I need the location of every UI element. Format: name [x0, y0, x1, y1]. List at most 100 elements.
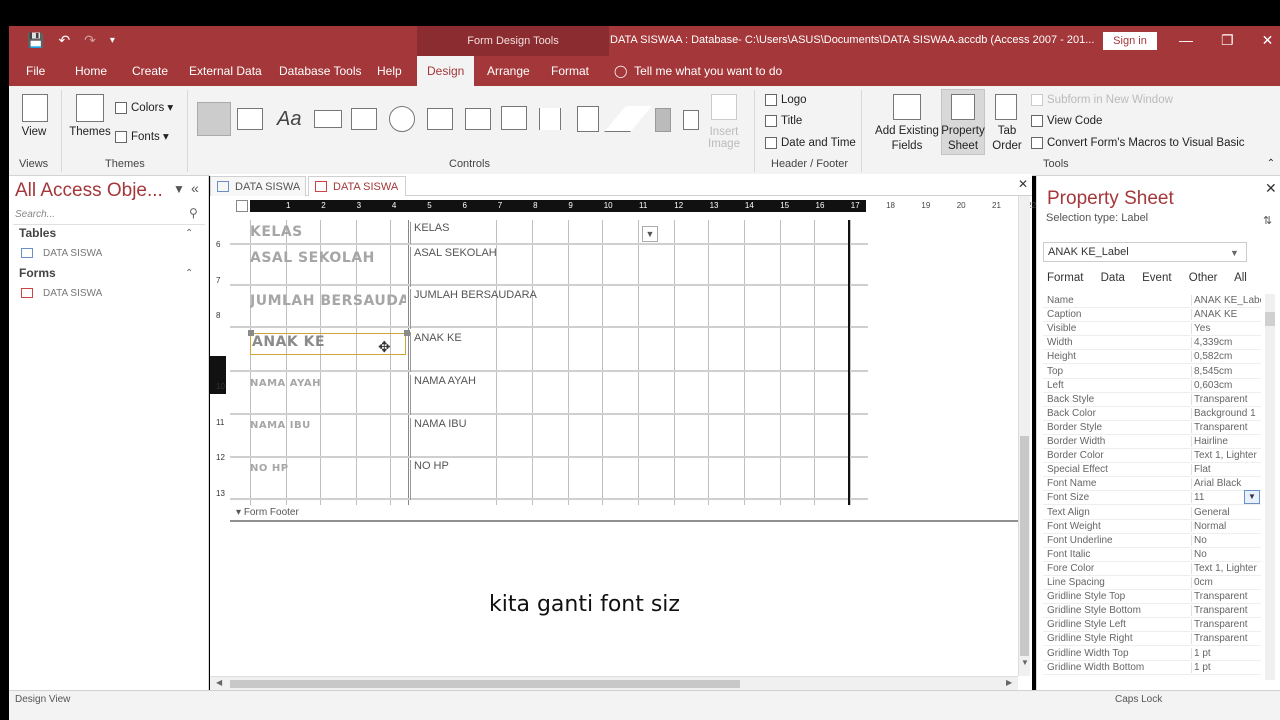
close-document-icon[interactable]: ✕ [1018, 177, 1028, 191]
view-button[interactable]: View [19, 126, 49, 138]
field-anak-ke[interactable]: ANAK KE [410, 332, 866, 372]
tab-external-data[interactable]: External Data [189, 56, 262, 86]
tab-order-icon[interactable] [995, 94, 1017, 120]
property-row[interactable]: Height 0,582cm [1043, 350, 1261, 365]
doc-tab-form[interactable]: DATA SISWA [308, 176, 406, 196]
scroll-thumb[interactable] [1265, 312, 1275, 326]
button-control-icon[interactable] [314, 110, 342, 128]
property-value[interactable]: Text 1, Lighter [1191, 562, 1261, 574]
themes-icon[interactable] [76, 94, 104, 122]
insert-image-button[interactable]: Insert Image [703, 126, 745, 150]
property-row[interactable]: Border Width Hairline [1043, 435, 1261, 449]
property-value[interactable]: 0,603cm [1191, 379, 1261, 391]
prop-tab-other[interactable]: Other [1189, 272, 1218, 284]
fonts-button[interactable]: Fonts ▾ [115, 129, 169, 143]
property-row[interactable]: Visible Yes [1043, 322, 1261, 337]
line-control-icon[interactable] [604, 106, 652, 132]
scroll-thumb[interactable] [230, 680, 740, 688]
toggle-control-icon[interactable] [655, 108, 671, 132]
property-row[interactable]: Gridline Style Left Transparent [1043, 618, 1261, 633]
convert-macros-button[interactable]: Convert Form's Macros to Visual Basic [1031, 137, 1245, 149]
property-row[interactable]: Gridline Style Top Transparent [1043, 590, 1261, 605]
shutter-bar-icon[interactable]: « [191, 180, 199, 196]
property-row[interactable]: Gridline Style Right Transparent [1043, 632, 1261, 647]
tab-help[interactable]: Help [377, 56, 402, 86]
property-scrollbar[interactable] [1265, 294, 1275, 680]
property-value[interactable]: 8,545cm [1191, 365, 1261, 377]
property-row[interactable]: Font Weight Normal [1043, 520, 1261, 534]
page-break-control-icon[interactable] [539, 108, 561, 130]
property-value[interactable]: Transparent [1191, 605, 1261, 617]
nav-item-table[interactable]: DATA SISWA [21, 248, 102, 259]
property-value[interactable]: 0cm [1191, 577, 1261, 588]
property-value[interactable]: 1 pt [1191, 647, 1261, 659]
search-icon[interactable]: ⚲ [189, 206, 198, 220]
prop-tab-all[interactable]: All [1234, 272, 1247, 284]
label-control-icon[interactable]: Aa [277, 108, 303, 130]
selection-handle[interactable] [248, 330, 254, 336]
view-icon[interactable] [22, 94, 48, 122]
property-row[interactable]: Fore Color Text 1, Lighter [1043, 562, 1261, 576]
field-nama-ibu[interactable]: NAMA IBU [410, 418, 866, 458]
select-pointer-icon[interactable] [197, 102, 231, 136]
scroll-thumb[interactable] [1020, 436, 1029, 656]
property-row[interactable]: Top 8,545cm [1043, 365, 1261, 379]
nav-group-tables[interactable]: Tables [19, 226, 56, 240]
nav-search-input[interactable]: Search... [15, 209, 55, 220]
insert-image-icon[interactable] [711, 94, 737, 120]
colors-button[interactable]: Colors ▾ [115, 100, 173, 114]
undo-icon[interactable]: ↶ [58, 32, 70, 49]
doc-tab-table[interactable]: DATA SISWA [210, 176, 306, 196]
property-value[interactable]: General [1191, 506, 1261, 518]
prop-tab-data[interactable]: Data [1101, 272, 1125, 284]
title-button[interactable]: Title [765, 115, 802, 127]
field-nama-ayah[interactable]: NAMA AYAH [410, 375, 866, 415]
customize-qat-icon[interactable]: ▾ [110, 35, 115, 46]
scroll-left-icon[interactable]: ◀ [216, 678, 222, 687]
property-value[interactable]: Transparent [1191, 633, 1261, 645]
label-nama-ayah[interactable]: NAMA AYAH [250, 378, 406, 389]
label-no-hp[interactable]: NO HP [250, 463, 406, 474]
property-value[interactable]: Hairline [1191, 436, 1261, 447]
field-kelas[interactable]: KELAS [410, 222, 866, 244]
tab-database-tools[interactable]: Database Tools [279, 56, 362, 86]
property-row[interactable]: Back Style Transparent [1043, 393, 1261, 407]
date-time-button[interactable]: Date and Time [765, 137, 856, 149]
vertical-scrollbar[interactable]: ▼ [1018, 196, 1030, 676]
save-icon[interactable]: 💾 [27, 32, 44, 49]
property-value[interactable]: No [1191, 534, 1261, 546]
textbox-control-icon[interactable] [237, 108, 263, 130]
tab-format[interactable]: Format [551, 56, 589, 86]
form-selector[interactable] [236, 200, 248, 212]
close-icon[interactable]: ✕ [1265, 180, 1277, 197]
property-value[interactable]: Transparent [1191, 591, 1261, 603]
property-value[interactable]: Transparent [1191, 421, 1261, 433]
property-row[interactable]: Font Name Arial Black [1043, 477, 1261, 492]
prop-tab-format[interactable]: Format [1047, 272, 1083, 284]
property-value[interactable]: Transparent [1191, 393, 1261, 405]
label-kelas[interactable]: KELAS [250, 224, 406, 240]
property-row[interactable]: Back Color Background 1 [1043, 407, 1261, 421]
collapse-ribbon-icon[interactable]: ⌃ [1265, 158, 1277, 169]
web-browser-control-icon[interactable] [427, 108, 453, 130]
nav-group-forms[interactable]: Forms [19, 266, 56, 280]
tab-design[interactable]: Design [417, 56, 475, 86]
controls-more-icon[interactable] [683, 110, 699, 130]
nav-item-form[interactable]: DATA SISWA [21, 288, 102, 299]
restore-icon[interactable]: ❐ [1221, 32, 1234, 49]
sort-icon[interactable]: ⇅ [1263, 214, 1272, 227]
property-row[interactable]: Gridline Width Top 1 pt [1043, 647, 1261, 661]
property-value[interactable]: Background 1 [1191, 407, 1261, 419]
property-value[interactable]: Normal [1191, 520, 1261, 532]
property-value[interactable]: ANAK KE_Label [1191, 295, 1261, 306]
property-value[interactable]: 1 pt [1191, 661, 1261, 673]
property-value[interactable]: ANAK KE [1191, 309, 1261, 321]
close-icon[interactable]: ✕ [1262, 32, 1274, 49]
field-no-hp[interactable]: NO HP [410, 460, 866, 500]
tell-me-box[interactable]: ◯ Tell me what you want to do [614, 56, 782, 86]
property-row[interactable]: Text Align General [1043, 506, 1261, 520]
property-row[interactable]: Line Spacing 0cm [1043, 576, 1261, 590]
property-row[interactable]: Special Effect Flat [1043, 463, 1261, 478]
redo-icon[interactable]: ↷ [84, 32, 96, 49]
detail-section[interactable]: KELAS ASAL SEKOLAH JUMLAH BERSAUDARA ANA… [230, 220, 868, 505]
